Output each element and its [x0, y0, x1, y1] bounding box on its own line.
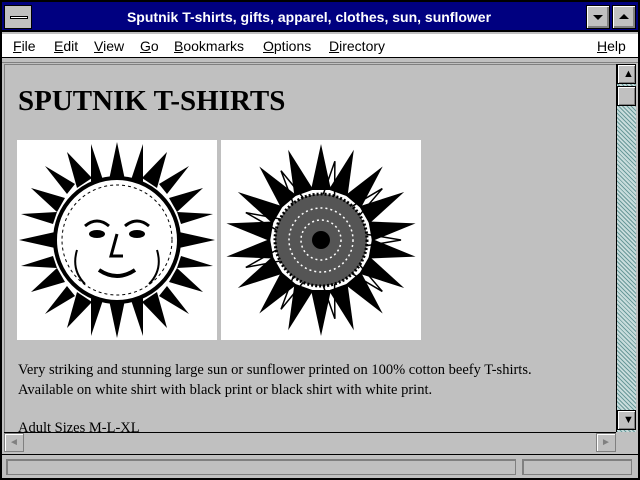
system-menu-icon: [10, 16, 28, 19]
system-menu-button[interactable]: [4, 5, 32, 29]
maximize-button[interactable]: [612, 5, 636, 29]
minimize-icon: [593, 15, 603, 20]
scroll-down-button[interactable]: ▼: [617, 410, 636, 430]
menu-bar: File Edit View Go Bookmarks Options Dire…: [2, 34, 638, 58]
status-text-field: [6, 459, 516, 475]
vertical-scrollbar[interactable]: ▲ ▼: [616, 64, 636, 432]
up-arrow-icon: ▲: [623, 68, 634, 80]
window-title: Sputnik T-shirts, gifts, apparel, clothe…: [126, 9, 492, 25]
horizontal-scrollbar[interactable]: ◄ ►: [4, 432, 616, 452]
sun-face-image: [17, 140, 217, 340]
menu-go[interactable]: Go: [140, 38, 159, 54]
menu-edit[interactable]: Edit: [54, 38, 78, 54]
maximize-icon: [619, 14, 629, 19]
menu-file[interactable]: File: [13, 38, 36, 54]
page-heading: SPUTNIK T-SHIRTS: [18, 85, 286, 117]
scroll-thumb[interactable]: [617, 86, 636, 106]
sunflower-image: [221, 140, 421, 340]
title-bar[interactable]: Sputnik T-shirts, gifts, apparel, clothe…: [2, 2, 638, 32]
sun-face-icon: [19, 142, 215, 338]
scroll-up-button[interactable]: ▲: [617, 64, 636, 84]
menu-bookmarks[interactable]: Bookmarks: [174, 38, 244, 54]
browser-window: Sputnik T-shirts, gifts, apparel, clothe…: [0, 0, 640, 480]
sizes-text: Adult Sizes M-L-XL: [18, 420, 140, 432]
scroll-left-button[interactable]: ◄: [4, 433, 24, 452]
right-arrow-icon: ►: [601, 437, 611, 448]
menu-options[interactable]: Options: [263, 38, 311, 54]
menu-directory[interactable]: Directory: [329, 38, 385, 54]
progress-field: [522, 459, 632, 475]
description-line-2: Available on white shirt with black prin…: [18, 382, 433, 398]
left-arrow-icon: ◄: [9, 437, 19, 448]
menu-view[interactable]: View: [94, 38, 124, 54]
page-content: SPUTNIK T-SHIRTS Very striking and stunn…: [4, 64, 616, 432]
menu-help[interactable]: Help: [597, 38, 626, 54]
sunflower-icon: [226, 144, 416, 336]
scroll-right-button[interactable]: ►: [596, 433, 616, 452]
status-bar: [2, 454, 638, 478]
down-arrow-icon: ▼: [623, 414, 634, 426]
description-line-1: Very striking and stunning large sun or …: [18, 362, 532, 378]
menu-separator: [2, 59, 638, 63]
scroll-corner: [616, 432, 636, 452]
minimize-button[interactable]: [586, 5, 610, 29]
